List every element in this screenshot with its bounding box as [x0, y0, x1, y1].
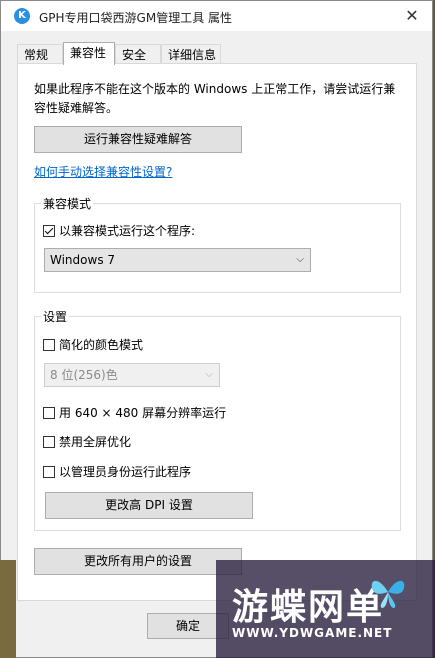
run-as-admin-label: 以管理员身份运行此程序	[59, 465, 192, 479]
checkbox-icon	[43, 436, 55, 448]
color-depth-select: 8 位(256)色 ⌵	[44, 363, 220, 387]
checkbox-checked-icon	[43, 225, 55, 237]
checkbox-icon	[43, 466, 55, 478]
change-dpi-settings-button[interactable]: 更改高 DPI 设置	[45, 492, 253, 519]
site-watermark: 游蝶网单 WWW.YDWGAME.NET	[216, 560, 435, 658]
close-button[interactable]: ✕	[392, 1, 432, 31]
reduced-color-label: 简化的颜色模式	[59, 338, 144, 352]
change-all-users-button[interactable]: 更改所有用户的设置	[34, 548, 242, 575]
tab-general[interactable]: 常规	[17, 44, 63, 64]
settings-legend: 设置	[41, 308, 70, 325]
chevron-down-icon: ⌵	[205, 369, 213, 380]
compatibility-panel: 如果此程序不能在这个版本的 Windows 上正常工作，请尝试运行兼容性疑难解答…	[17, 63, 417, 601]
checkbox-icon	[43, 407, 55, 419]
run-640x480-label: 用 640 × 480 屏幕分辨率运行	[59, 406, 227, 420]
checkbox-icon	[43, 339, 55, 351]
manual-settings-link[interactable]: 如何手动选择兼容性设置?	[34, 163, 172, 180]
disable-fullscreen-opt-checkbox[interactable]: 禁用全屏优化	[43, 433, 131, 450]
watermark-url: WWW.YDWGAME.NET	[232, 626, 393, 640]
tab-security[interactable]: 安全	[115, 44, 161, 64]
app-icon: K	[14, 8, 30, 24]
watermark-title: 游蝶网单	[232, 587, 385, 628]
compat-mode-group: 兼容模式 以兼容模式运行这个程序: Windows 7 ⌵	[34, 195, 401, 293]
run-compat-mode-label: 以兼容模式运行这个程序:	[59, 224, 196, 238]
chevron-down-icon: ⌵	[296, 254, 304, 265]
run-troubleshooter-button[interactable]: 运行兼容性疑难解答	[34, 126, 242, 153]
tab-details[interactable]: 详细信息	[161, 44, 221, 64]
disable-fullscreen-opt-label: 禁用全屏优化	[59, 435, 132, 449]
title-bar[interactable]: K GPH专用口袋西游GM管理工具 属性 ✕	[1, 1, 432, 31]
run-compat-mode-checkbox[interactable]: 以兼容模式运行这个程序:	[43, 222, 195, 239]
settings-group: 设置 简化的颜色模式 8 位(256)色 ⌵ 用 640 × 480 屏幕分辨率…	[34, 308, 401, 531]
reduced-color-checkbox[interactable]: 简化的颜色模式	[43, 336, 143, 353]
close-icon: ✕	[405, 6, 419, 25]
color-depth-value: 8 位(256)色	[50, 368, 118, 382]
window-title: GPH专用口袋西游GM管理工具 属性	[39, 11, 233, 25]
compat-description: 如果此程序不能在这个版本的 Windows 上正常工作，请尝试运行兼容性疑难解答…	[34, 82, 396, 115]
os-version-select[interactable]: Windows 7 ⌵	[44, 248, 311, 272]
butterfly-icon	[371, 580, 405, 608]
compat-mode-legend: 兼容模式	[41, 195, 94, 212]
tab-compatibility[interactable]: 兼容性	[63, 42, 115, 65]
background-strip	[0, 560, 16, 658]
os-version-value: Windows 7	[50, 253, 116, 267]
run-as-admin-checkbox[interactable]: 以管理员身份运行此程序	[43, 463, 191, 480]
run-640x480-checkbox[interactable]: 用 640 × 480 屏幕分辨率运行	[43, 404, 226, 421]
